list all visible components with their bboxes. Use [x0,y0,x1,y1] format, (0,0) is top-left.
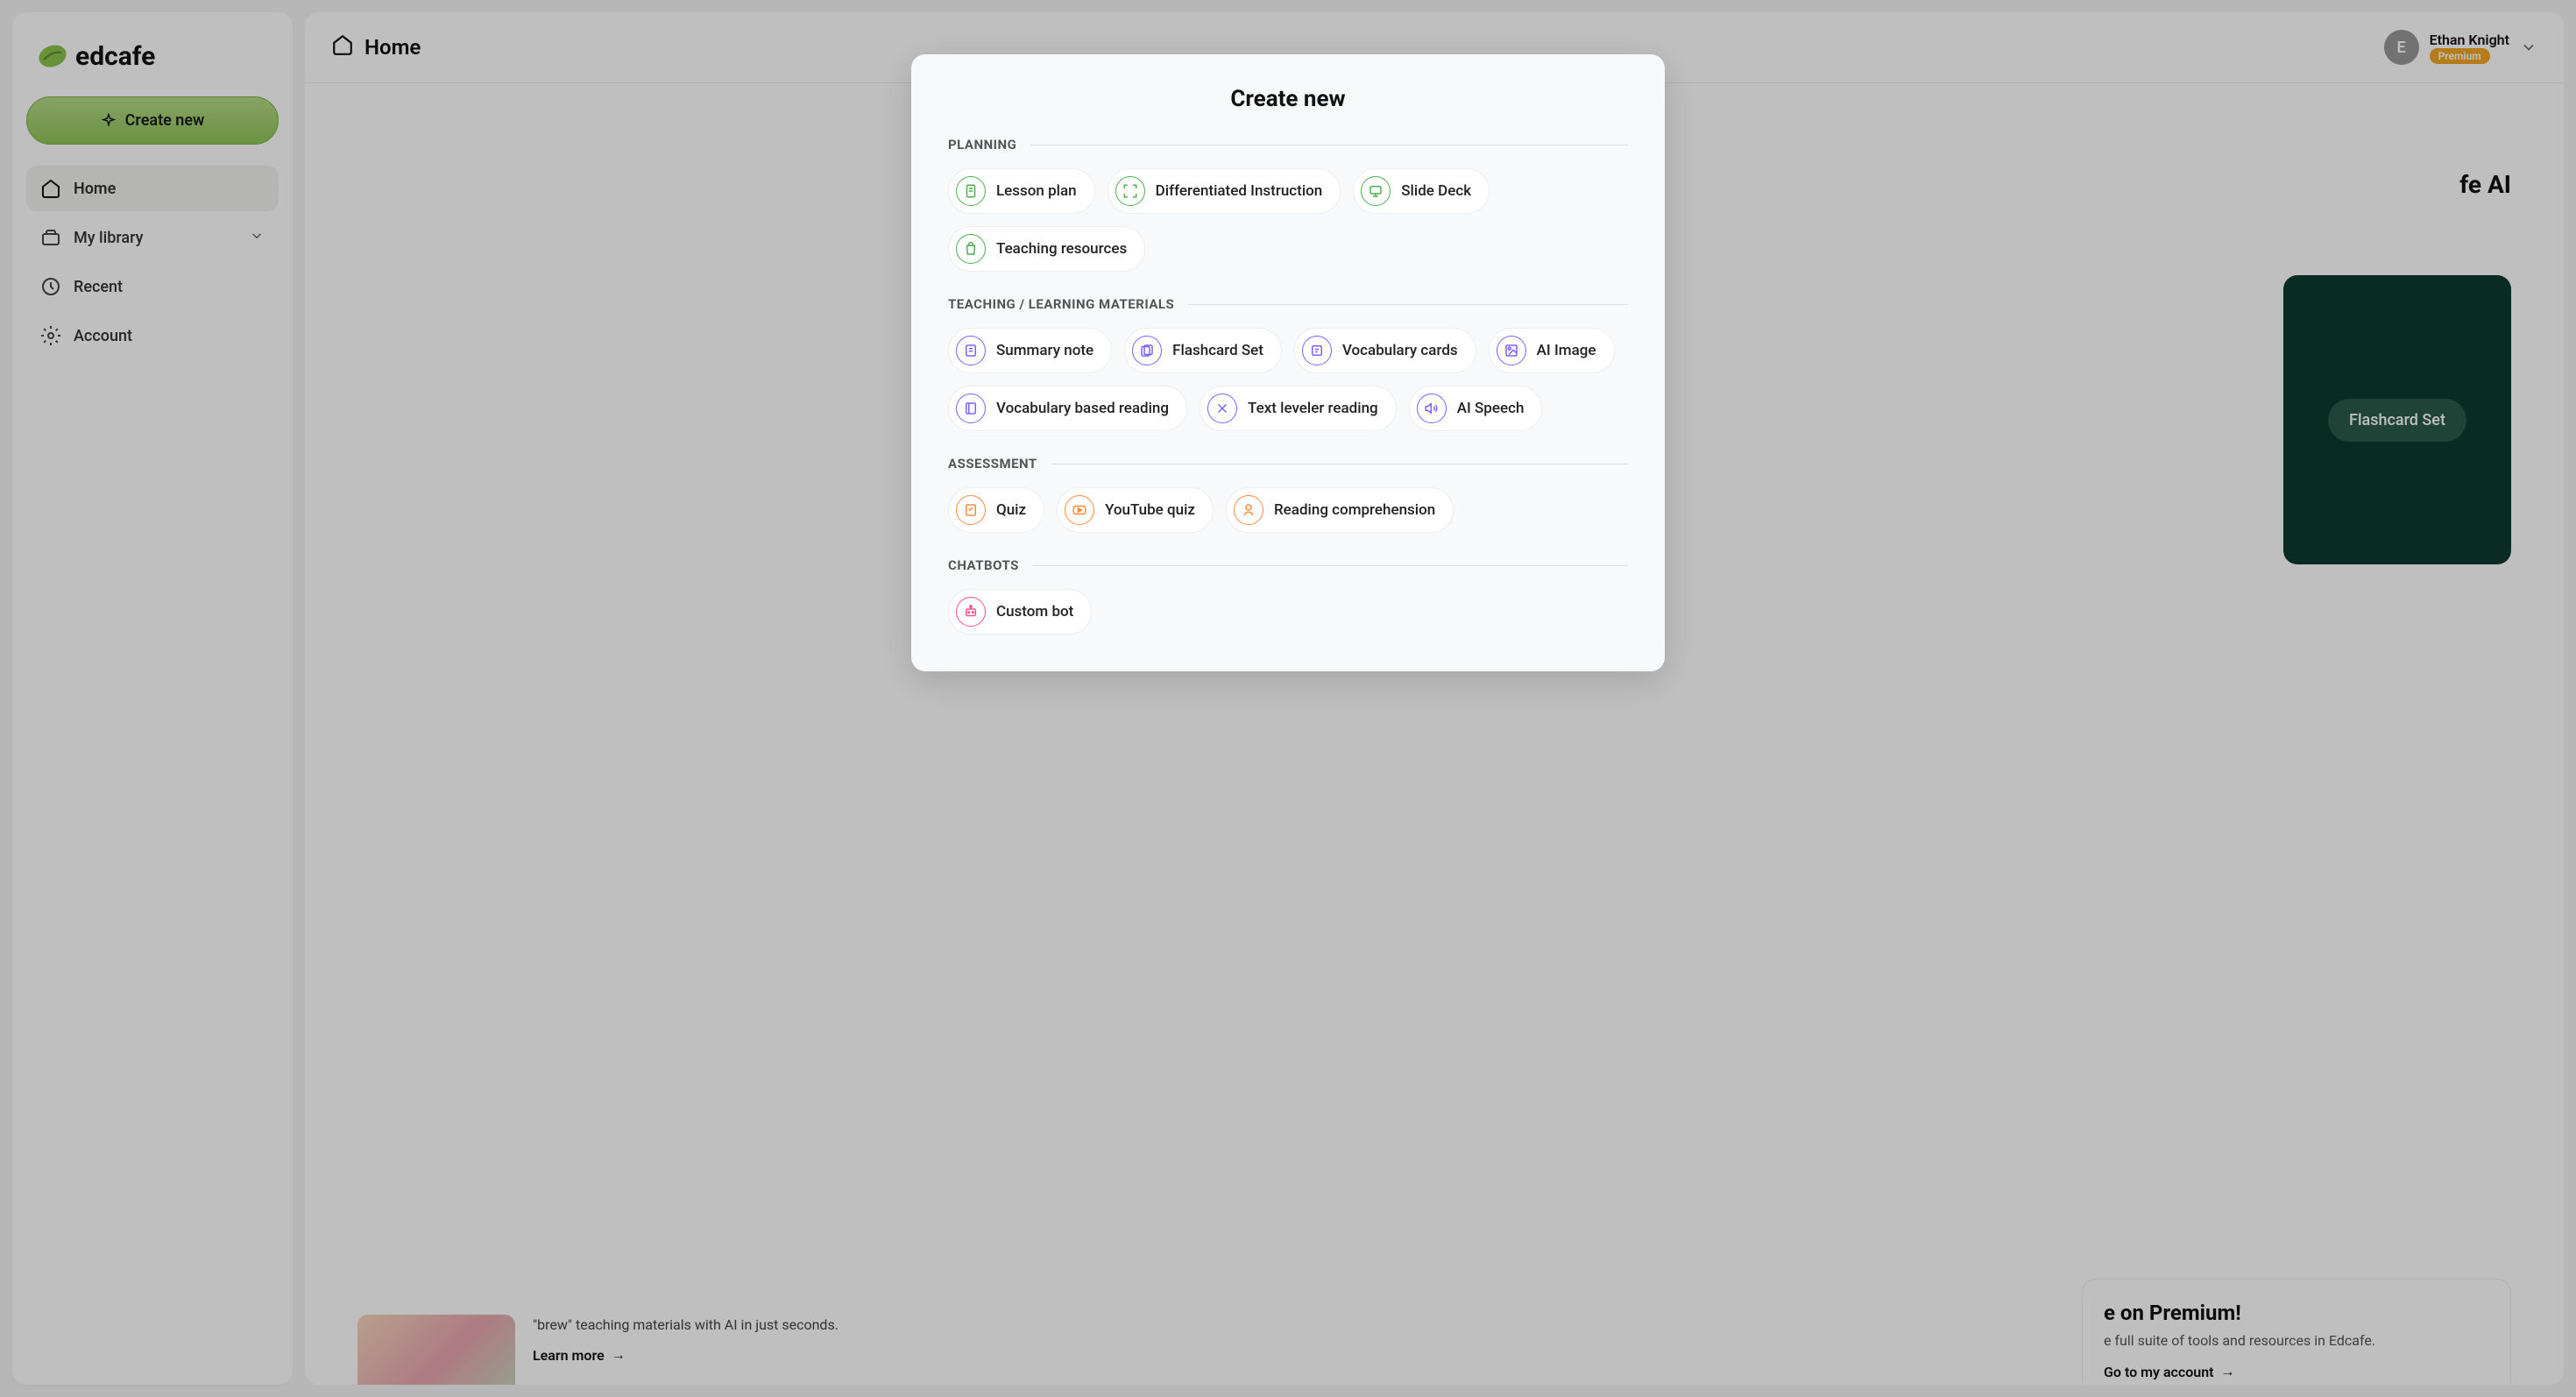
youtube-icon [1065,495,1094,525]
split-icon [1115,176,1145,206]
section-header-teaching: TEACHING / LEARNING MATERIALS [948,296,1628,312]
option-ai-image[interactable]: AI Image [1489,328,1615,373]
create-new-modal: Create new PLANNING Lesson plan Differen… [911,54,1665,671]
option-vocabulary-reading[interactable]: Vocabulary based reading [948,386,1187,431]
quiz-icon [956,495,986,525]
reading-icon [1234,495,1263,525]
option-vocabulary-cards[interactable]: Vocabulary cards [1294,328,1476,373]
level-icon [1207,394,1237,423]
section-header-assessment: ASSESSMENT [948,456,1628,472]
option-custom-bot[interactable]: Custom bot [948,589,1092,635]
section-header-chatbots: CHATBOTS [948,557,1628,573]
note-icon [956,336,986,365]
assessment-options: Quiz YouTube quiz Reading comprehension [948,487,1628,533]
cards-icon [1132,336,1162,365]
bot-icon [956,597,986,627]
section-header-planning: PLANNING [948,137,1628,152]
planning-options: Lesson plan Differentiated Instruction S… [948,168,1628,272]
teaching-options: Summary note Flashcard Set Vocabulary ca… [948,328,1628,431]
image-icon [1497,336,1526,365]
chatbots-options: Custom bot [948,589,1628,635]
speaker-icon [1417,394,1447,423]
presentation-icon [1361,176,1391,206]
option-flashcard-set[interactable]: Flashcard Set [1124,328,1282,373]
document-icon [956,176,986,206]
option-ai-speech[interactable]: AI Speech [1409,386,1543,431]
option-slide-deck[interactable]: Slide Deck [1353,168,1490,214]
option-reading-comprehension[interactable]: Reading comprehension [1226,487,1454,533]
book-icon [956,394,986,423]
modal-title: Create new [948,86,1628,112]
option-quiz[interactable]: Quiz [948,487,1044,533]
option-lesson-plan[interactable]: Lesson plan [948,168,1095,214]
bag-icon [956,234,986,264]
option-differentiated-instruction[interactable]: Differentiated Instruction [1108,168,1341,214]
option-summary-note[interactable]: Summary note [948,328,1112,373]
modal-overlay[interactable]: Create new PLANNING Lesson plan Differen… [0,0,2576,1397]
vocab-icon [1302,336,1332,365]
option-text-leveler[interactable]: Text leveler reading [1200,386,1397,431]
option-teaching-resources[interactable]: Teaching resources [948,226,1145,272]
option-youtube-quiz[interactable]: YouTube quiz [1057,487,1214,533]
